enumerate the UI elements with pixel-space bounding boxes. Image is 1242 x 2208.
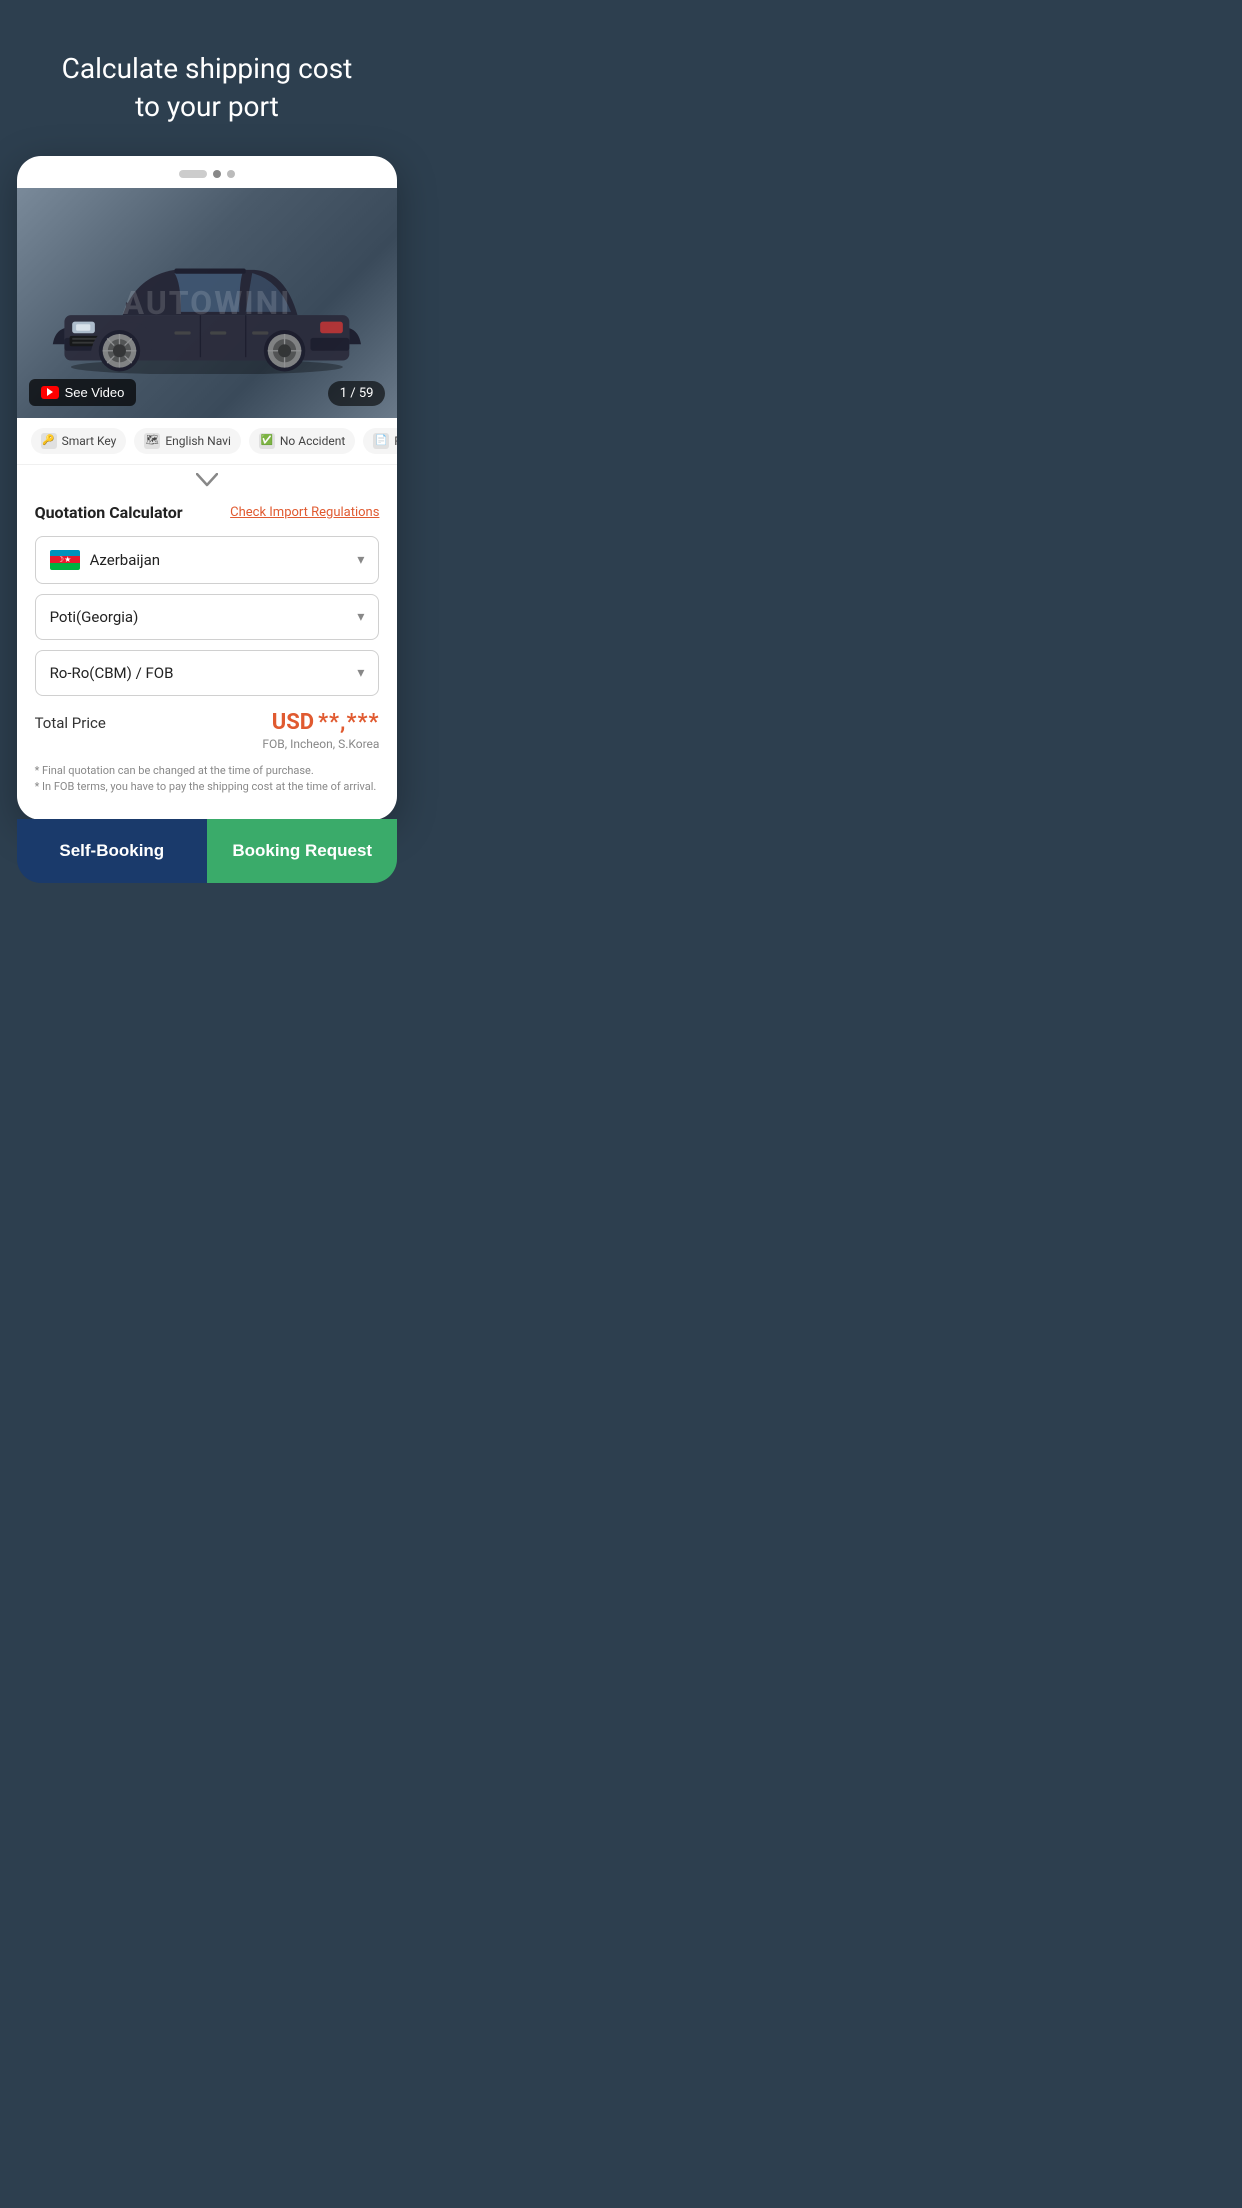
country-field-left: ☽★ Azerbaijan	[50, 550, 161, 570]
bottom-buttons: Self-Booking Booking Request	[17, 819, 398, 883]
feature-english-navi: 🗺 English Navi	[134, 428, 241, 454]
port-dropdown[interactable]: Poti(Georgia) ▾	[35, 594, 380, 640]
expand-chevron[interactable]	[17, 465, 398, 491]
feature-smart-key-label: Smart Key	[62, 434, 117, 448]
watermark-text: AUTOWINI	[122, 284, 291, 322]
quotation-section: Quotation Calculator Check Import Regula…	[17, 491, 398, 820]
port-value: Poti(Georgia)	[50, 608, 139, 626]
country-value: Azerbaijan	[90, 551, 161, 569]
see-video-button[interactable]: See Video	[29, 379, 137, 406]
no-accident-icon: ✅	[259, 433, 275, 449]
price-display: USD **,*** FOB, Incheon, S.Korea	[262, 710, 379, 751]
chevron-down-icon	[196, 473, 218, 487]
feature-english-navi-label: English Navi	[165, 434, 231, 448]
youtube-icon	[41, 386, 59, 399]
poli-icon: 📄	[373, 433, 389, 449]
quotation-header: Quotation Calculator Check Import Regula…	[35, 503, 380, 522]
quotation-title: Quotation Calculator	[35, 503, 183, 522]
shipping-dropdown[interactable]: Ro-Ro(CBM) / FOB ▾	[35, 650, 380, 696]
flag-bot-stripe	[50, 563, 80, 570]
price-masked: **,***	[318, 710, 379, 735]
feature-poli-label: Poli...	[394, 434, 397, 448]
port-chevron-icon: ▾	[357, 609, 364, 625]
price-usd: USD	[272, 710, 314, 735]
price-value: USD **,***	[262, 710, 379, 735]
see-video-label: See Video	[65, 385, 125, 400]
country-dropdown[interactable]: ☽★ Azerbaijan ▾	[35, 536, 380, 584]
dot-3	[227, 170, 235, 178]
price-sub: FOB, Incheon, S.Korea	[262, 737, 379, 751]
disclaimer-line2: * In FOB terms, you have to pay the ship…	[35, 779, 380, 796]
features-row: 🔑 Smart Key 🗺 English Navi ✅ No Accident…	[17, 418, 398, 465]
smart-key-icon: 🔑	[41, 433, 57, 449]
image-counter: 1 / 59	[328, 381, 386, 406]
page-title: Calculate shipping costto your port	[30, 50, 384, 126]
main-card: AUTOWINI See Video 1 / 59 🔑 Smart Key 🗺 …	[17, 156, 398, 820]
shipping-chevron-icon: ▾	[357, 665, 364, 681]
flag-mid-stripe: ☽★	[50, 556, 80, 563]
azerbaijan-flag: ☽★	[50, 550, 80, 570]
dot-2	[213, 170, 221, 178]
car-image-container: AUTOWINI See Video 1 / 59	[17, 188, 398, 418]
disclaimer-line1: * Final quotation can be changed at the …	[35, 763, 380, 780]
shipping-value: Ro-Ro(CBM) / FOB	[50, 664, 174, 682]
shipping-field-left: Ro-Ro(CBM) / FOB	[50, 664, 174, 682]
carousel-dots	[17, 156, 398, 188]
header-section: Calculate shipping costto your port	[0, 0, 414, 156]
english-navi-icon: 🗺	[144, 433, 160, 449]
total-price-label: Total Price	[35, 710, 106, 732]
self-booking-button[interactable]: Self-Booking	[17, 819, 207, 883]
port-field-left: Poti(Georgia)	[50, 608, 139, 626]
booking-request-button[interactable]: Booking Request	[207, 819, 397, 883]
feature-no-accident-label: No Accident	[280, 434, 345, 448]
feature-smart-key: 🔑 Smart Key	[31, 428, 127, 454]
feature-no-accident: ✅ No Accident	[249, 428, 355, 454]
disclaimer: * Final quotation can be changed at the …	[35, 763, 380, 796]
check-import-link[interactable]: Check Import Regulations	[230, 505, 379, 520]
total-price-row: Total Price USD **,*** FOB, Incheon, S.K…	[35, 710, 380, 751]
country-chevron-icon: ▾	[357, 552, 364, 568]
dot-1	[179, 170, 207, 178]
feature-poli: 📄 Poli...	[363, 428, 397, 454]
